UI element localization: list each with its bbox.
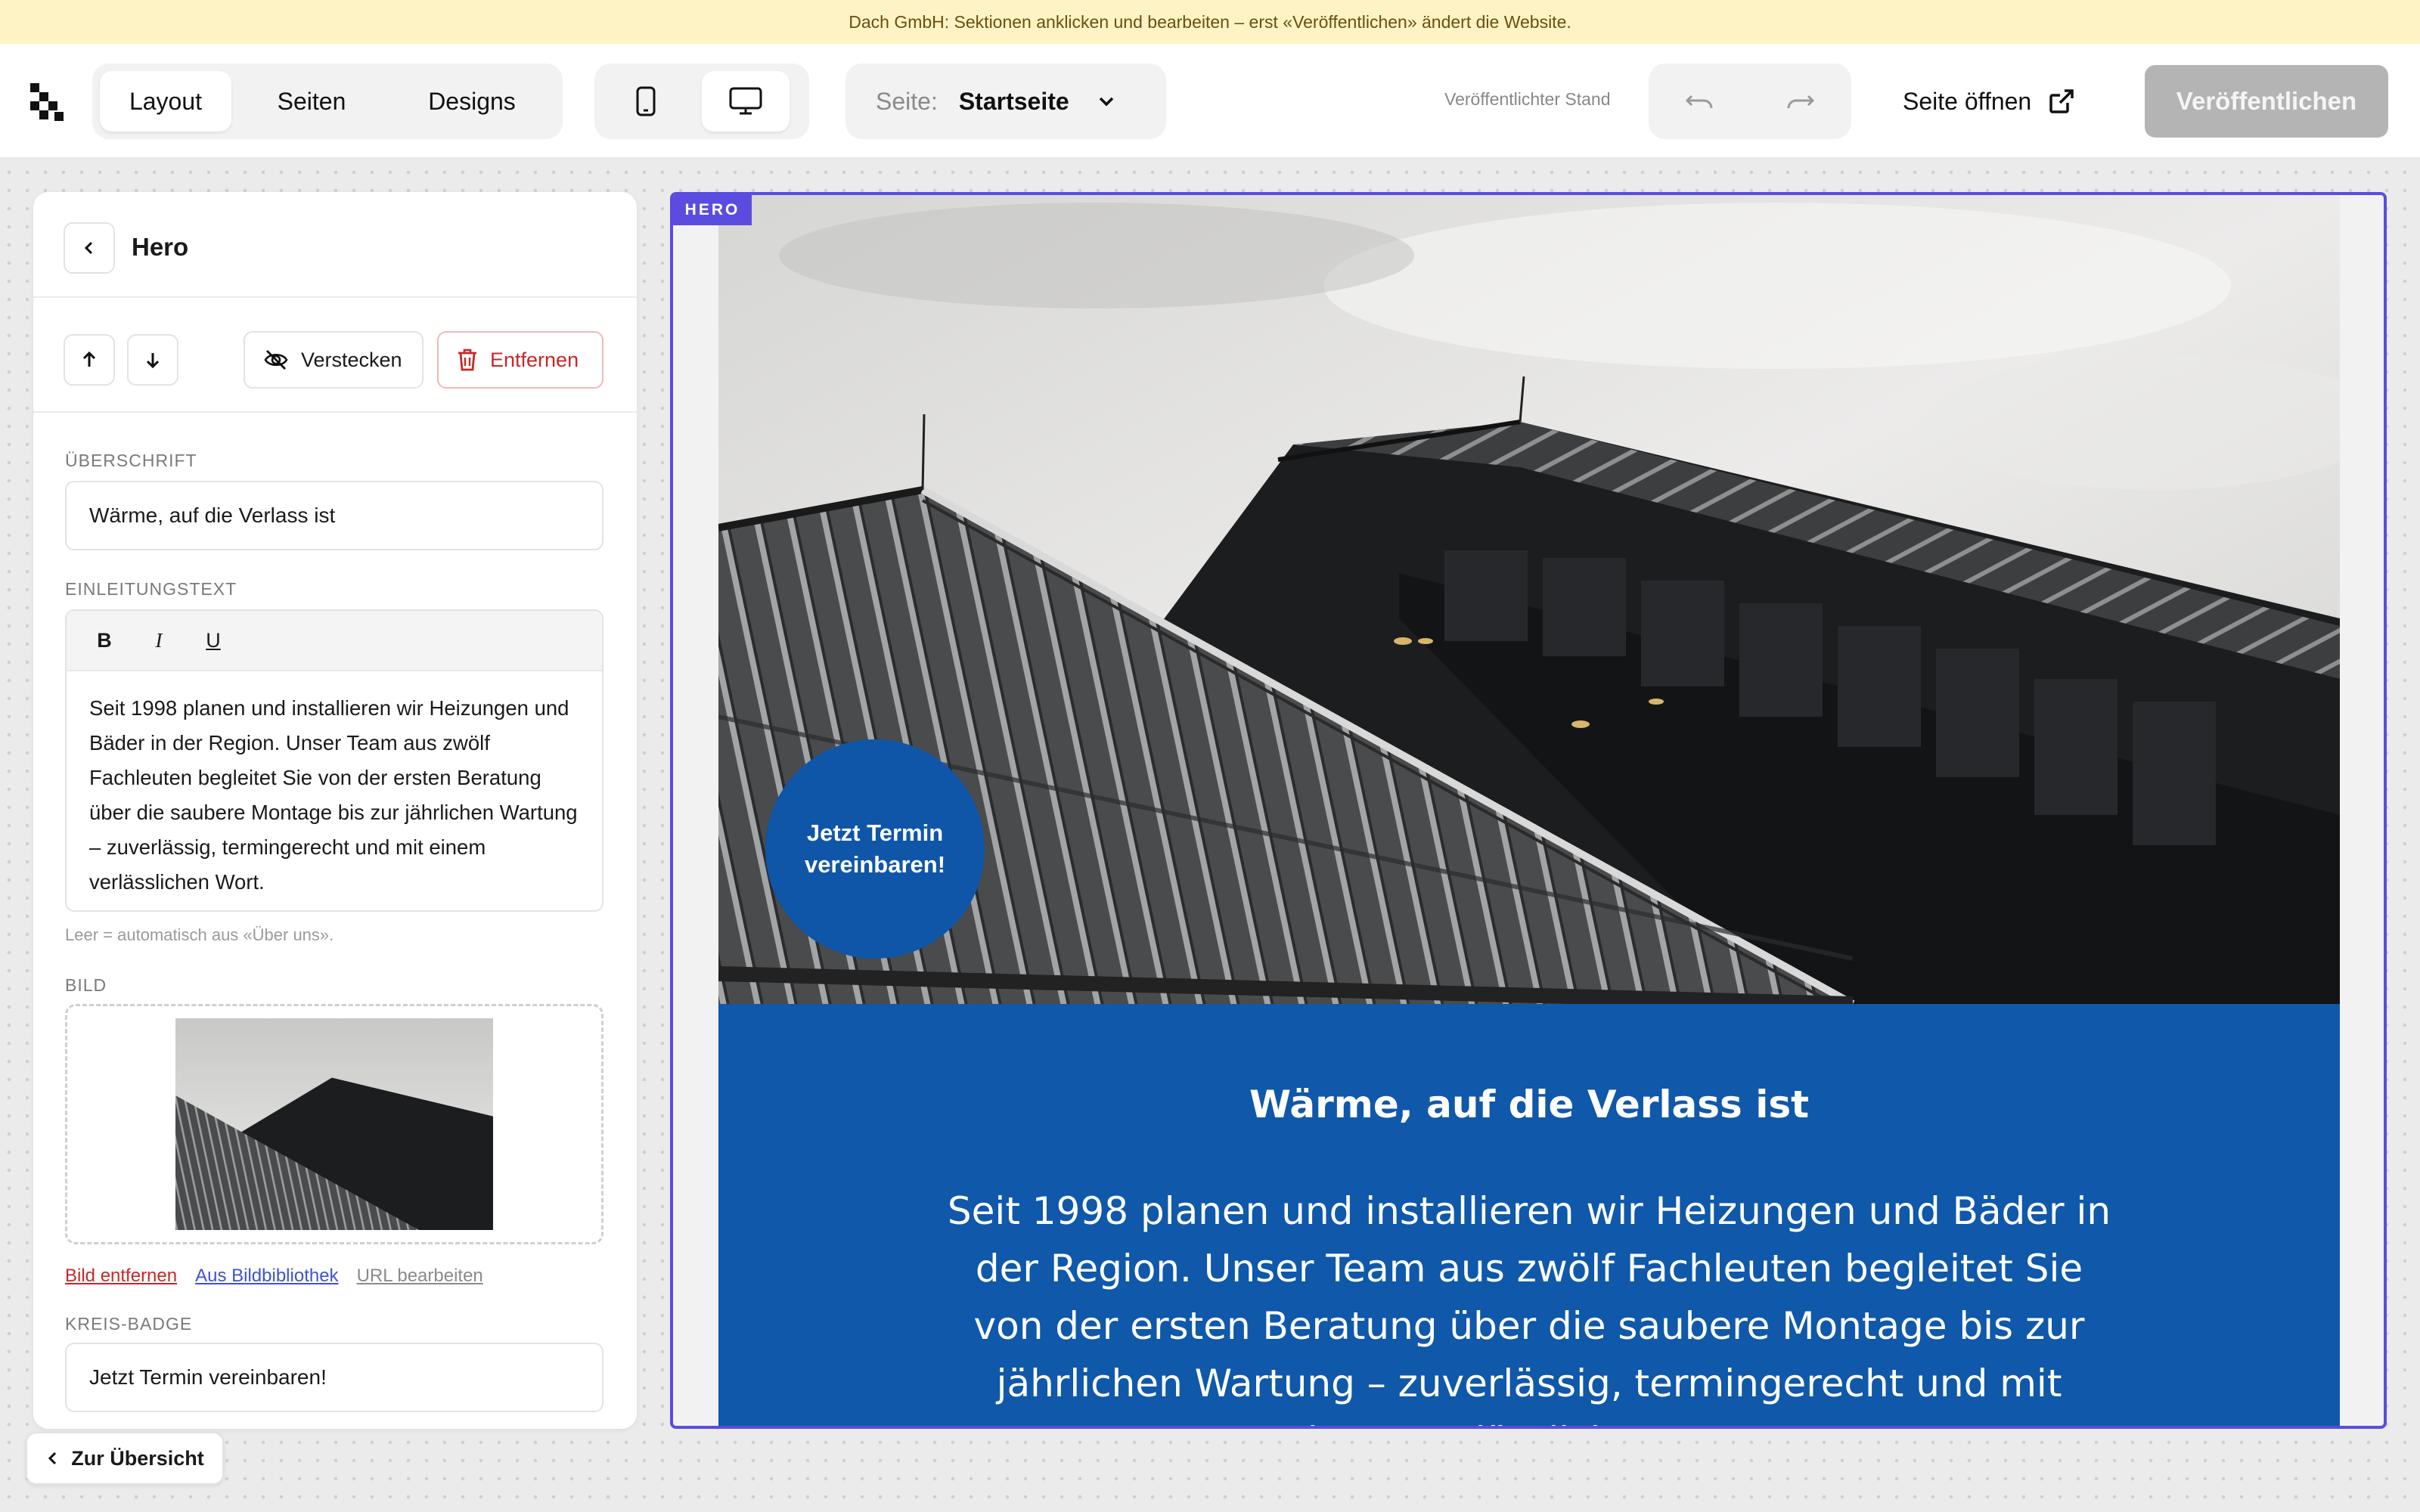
- intro-rich-text-editor: B I U Seit 1998 planen und installieren …: [65, 609, 603, 912]
- italic-button[interactable]: I: [148, 629, 169, 652]
- app-logo-icon[interactable]: [30, 83, 64, 121]
- hero-intro[interactable]: Seit 1998 planen und installieren wir He…: [939, 1182, 2119, 1426]
- hide-section-label: Verstecken: [301, 348, 402, 371]
- image-library-link[interactable]: Aus Bildbibliothek: [195, 1266, 338, 1287]
- page-select-label: Seite:: [876, 87, 938, 115]
- intro-textarea[interactable]: Seit 1998 planen und installieren wir He…: [67, 671, 602, 910]
- arrow-down-icon: [146, 353, 160, 369]
- external-link-icon: [2049, 89, 2074, 113]
- mobile-icon: [636, 86, 656, 116]
- overview-button[interactable]: Zur Übersicht: [26, 1432, 224, 1485]
- panel-title: Hero: [132, 233, 189, 261]
- tab-designs[interactable]: Designs: [392, 71, 552, 132]
- chevron-left-icon: [48, 1452, 57, 1465]
- published-state-label: Veröffentlichter Stand: [1444, 89, 1611, 109]
- hero-badge[interactable]: Jetzt Termin vereinbaren!: [765, 739, 985, 959]
- tab-seiten[interactable]: Seiten: [231, 71, 392, 132]
- overview-label: Zur Übersicht: [71, 1446, 204, 1470]
- badge-field-label: KREIS-BADGE: [65, 1314, 193, 1334]
- heading-input[interactable]: Wärme, auf die Verlass ist: [65, 481, 603, 550]
- top-toolbar: Layout Seiten Designs Seite: Startseite …: [0, 44, 2420, 159]
- chevron-left-icon: [84, 241, 93, 255]
- underline-button[interactable]: U: [203, 629, 224, 652]
- panel-header: Hero: [33, 192, 637, 298]
- edit-url-link[interactable]: URL bearbeiten: [357, 1266, 483, 1287]
- history-controls: [1649, 64, 1851, 139]
- tab-layout[interactable]: Layout: [100, 71, 231, 132]
- heading-field-label: ÜBERSCHRIFT: [65, 451, 197, 470]
- desktop-icon: [729, 87, 762, 115]
- open-page-link[interactable]: Seite öffnen: [1903, 64, 2075, 139]
- image-actions: Bild entfernen Aus Bildbibliothek URL be…: [65, 1266, 483, 1287]
- image-thumbnail: [175, 1018, 493, 1230]
- device-switcher: [594, 64, 809, 139]
- open-page-label: Seite öffnen: [1903, 87, 2032, 115]
- formatting-toolbar: B I U: [67, 611, 602, 671]
- page-select-value: Startseite: [958, 87, 1069, 115]
- hide-section-button[interactable]: Verstecken: [244, 331, 424, 389]
- arrow-up-icon: [82, 351, 96, 367]
- section-editor-panel: Hero Verstecken Entfernen ÜBERSCHRIFT Wä…: [33, 192, 637, 1429]
- intro-field-label: EINLEITUNGSTEXT: [65, 579, 237, 599]
- publish-button[interactable]: Veröffentlichen: [2145, 65, 2388, 138]
- page-preview: Jetzt Termin vereinbaren! Wärme, auf die…: [670, 192, 2387, 1429]
- image-dropzone[interactable]: [65, 1004, 603, 1244]
- move-down-button[interactable]: [127, 334, 178, 386]
- desktop-view-button[interactable]: [702, 71, 790, 132]
- remove-image-link[interactable]: Bild entfernen: [65, 1266, 177, 1287]
- move-up-button[interactable]: [64, 334, 115, 386]
- redo-icon[interactable]: [1786, 88, 1816, 114]
- image-field-label: BILD: [65, 975, 107, 995]
- page-select[interactable]: Seite: Startseite: [845, 64, 1166, 139]
- remove-section-button[interactable]: Entfernen: [437, 331, 603, 389]
- eye-off-icon: [264, 350, 288, 370]
- chevron-down-icon: [1099, 97, 1113, 107]
- hero-text-block: Wärme, auf die Verlass ist Seit 1998 pla…: [718, 1004, 2340, 1426]
- bold-button[interactable]: B: [94, 629, 115, 652]
- remove-section-label: Entfernen: [490, 348, 579, 371]
- section-tag-hero: HERO: [673, 195, 752, 225]
- hero-heading[interactable]: Wärme, auf die Verlass ist: [718, 1083, 2340, 1126]
- badge-input[interactable]: Jetzt Termin vereinbaren!: [65, 1343, 603, 1412]
- mode-switcher: Layout Seiten Designs: [92, 64, 563, 139]
- trash-icon: [458, 349, 476, 371]
- intro-hint: Leer = automatisch aus «Über uns».: [65, 925, 334, 944]
- undo-icon[interactable]: [1684, 88, 1714, 114]
- info-banner: Dach GmbH: Sektionen anklicken und bearb…: [0, 0, 2420, 44]
- mobile-view-button[interactable]: [602, 71, 690, 132]
- back-button[interactable]: [64, 222, 115, 274]
